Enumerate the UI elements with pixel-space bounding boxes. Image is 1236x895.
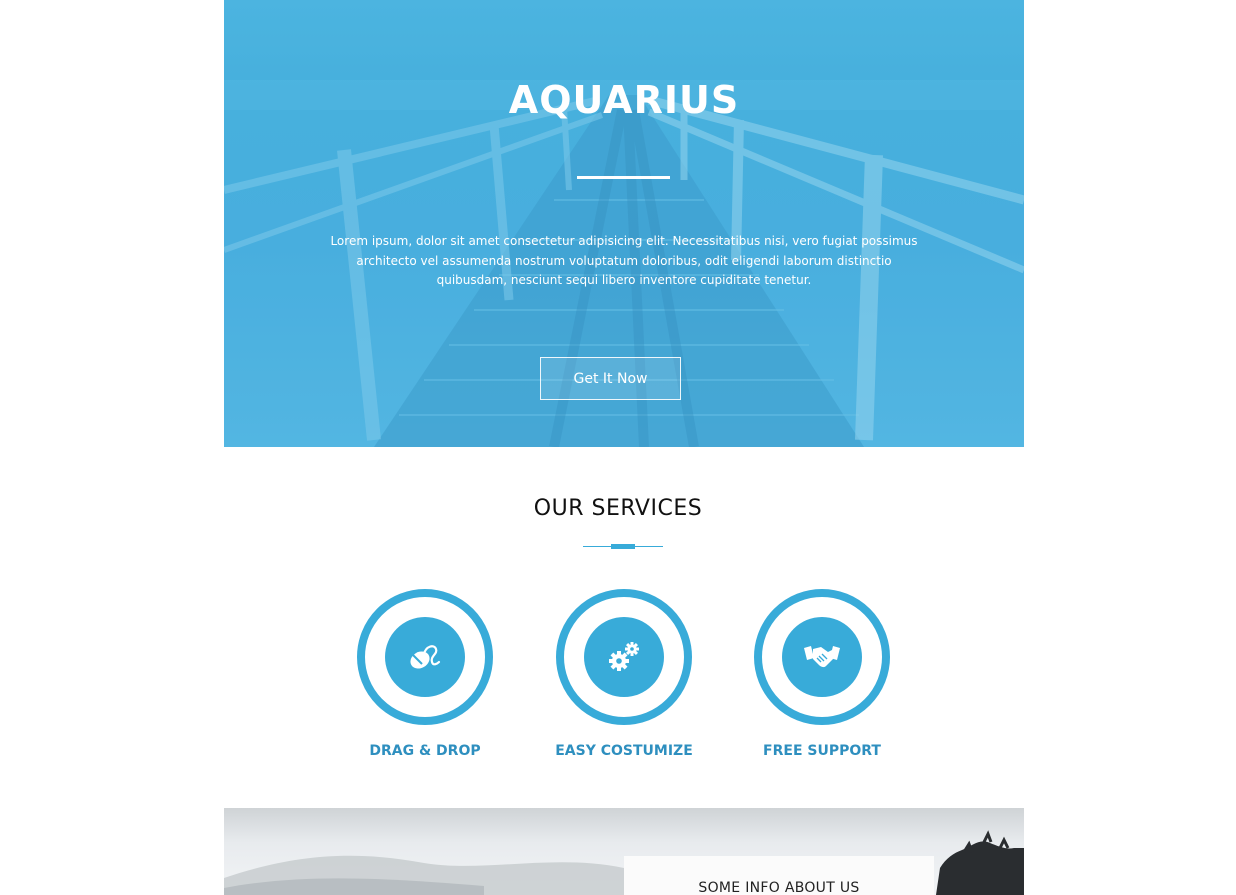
service-ring — [357, 589, 493, 725]
hero-title: AQUARIUS — [508, 78, 740, 122]
get-it-now-button[interactable]: Get It Now — [540, 357, 681, 400]
handshake-icon — [804, 646, 840, 668]
mouse-icon — [410, 645, 441, 669]
about-section: SOME INFO ABOUT US — [224, 808, 1024, 895]
hero-divider — [577, 176, 670, 179]
service-label: FREE SUPPORT — [763, 743, 881, 759]
gears-icon — [609, 642, 639, 671]
service-ring — [556, 589, 692, 725]
about-card: SOME INFO ABOUT US — [624, 856, 934, 895]
service-ring — [754, 589, 890, 725]
service-label: DRAG & DROP — [369, 743, 481, 759]
service-label: EASY COSTUMIZE — [555, 743, 693, 759]
services-divider — [583, 544, 663, 549]
services-title: OUR SERVICES — [533, 496, 703, 521]
hero-section: AQUARIUS Lorem ipsum, dolor sit amet con… — [224, 0, 1024, 447]
hero-description: Lorem ipsum, dolor sit amet consectetur … — [330, 234, 918, 287]
about-title: SOME INFO ABOUT US — [698, 880, 860, 895]
page: AQUARIUS Lorem ipsum, dolor sit amet con… — [0, 0, 1236, 895]
